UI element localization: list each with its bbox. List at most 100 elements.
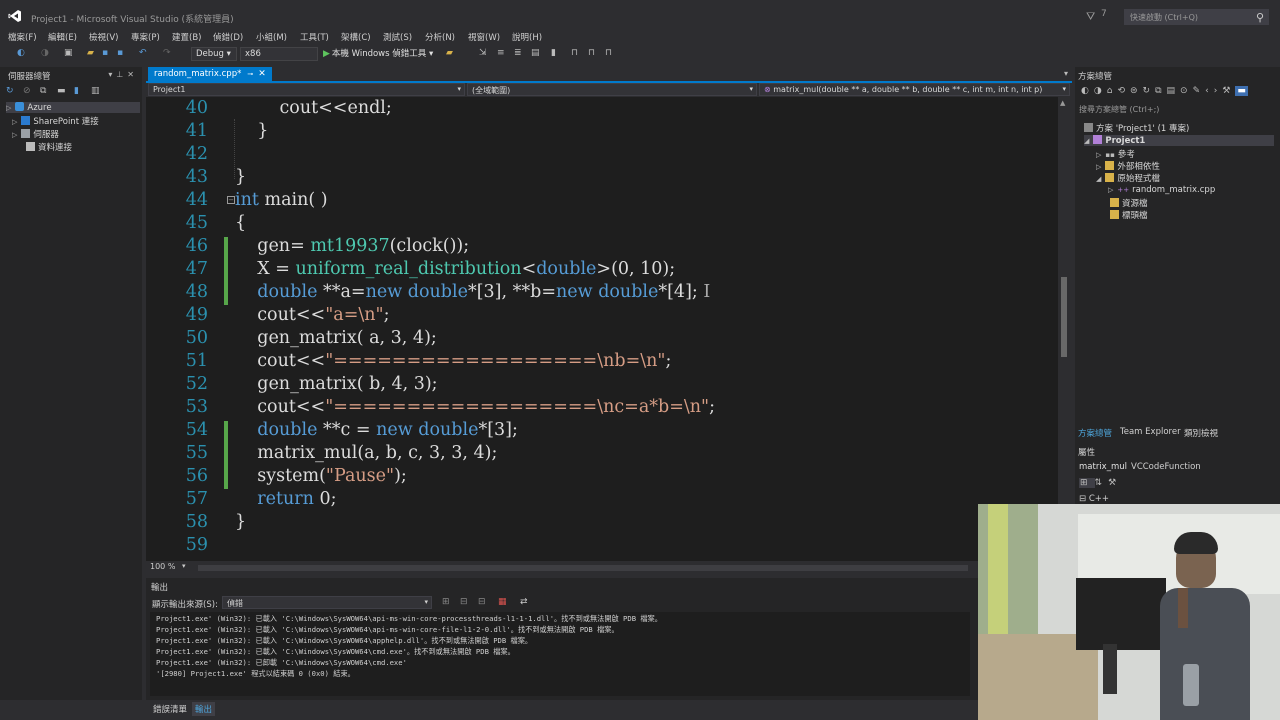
azure-connect-icon[interactable]: ▮ (74, 86, 84, 96)
refresh-icon[interactable]: ↻ (6, 86, 16, 96)
properties-object-select[interactable]: matrix_mul VCCodeFunction (1079, 462, 1201, 472)
connect-server-icon[interactable]: ▬ (57, 86, 67, 96)
next-message-icon[interactable]: ⊟ (478, 597, 488, 607)
property-pages-icon[interactable]: ⚒ (1108, 478, 1122, 488)
panel-controls[interactable]: ▾⊥✕ (108, 70, 138, 79)
code-editor[interactable]: 40 41 42 43 44 45 46 47 48 49 50 51 52 5… (146, 97, 1058, 561)
tree-item-resource-files[interactable]: 資源檔 (1110, 197, 1148, 209)
output-source-select[interactable]: 偵錯 ▾ (222, 596, 432, 609)
comment-icon[interactable]: ▤ (531, 48, 541, 58)
new-project-icon[interactable]: ▣ (64, 48, 74, 58)
tree-item-servers[interactable]: ▷ 伺服器 (12, 128, 59, 140)
prev-message-icon[interactable]: ⊟ (460, 597, 470, 607)
solution-config-select[interactable]: Debug ▾ (191, 47, 237, 61)
minimize-icon[interactable]: ▬ (1235, 86, 1248, 96)
tree-item-source-files[interactable]: ◢ 原始程式檔 (1096, 172, 1160, 184)
menu-tools[interactable]: 工具(T) (300, 31, 329, 43)
project-select[interactable]: Project1 ▾ (148, 83, 465, 96)
menu-view[interactable]: 檢視(V) (89, 31, 118, 43)
find-message-icon[interactable]: ⊞ (442, 597, 452, 607)
start-debugging-button[interactable]: ▶ 本機 Windows 偵錯工具 ▾ (323, 47, 433, 61)
quick-launch-input[interactable]: 快速啟動 (Ctrl+Q) ⚲ (1124, 9, 1269, 25)
tree-item-cpp-file[interactable]: ▷ ++ random_matrix.cpp (1108, 185, 1215, 195)
collapse-all-icon[interactable]: ⧉ (1155, 86, 1166, 96)
close-icon[interactable]: ✕ (258, 69, 266, 79)
tab-solution-explorer[interactable]: 方案總管 (1078, 427, 1112, 439)
chevron-down-icon[interactable]: ▾ (182, 562, 186, 570)
tree-item-header-files[interactable]: 標頭檔 (1110, 209, 1148, 221)
menu-test[interactable]: 測試(S) (383, 31, 412, 43)
tree-item-azure[interactable]: ▷ Azure (6, 102, 140, 113)
menu-file[interactable]: 檔案(F) (8, 31, 37, 43)
notification-count[interactable]: 7 (1101, 9, 1107, 19)
properties-icon[interactable]: ▥ (91, 86, 101, 96)
save-icon[interactable]: ▪ (102, 48, 112, 58)
back-icon[interactable]: ◐ (17, 48, 27, 58)
menu-project[interactable]: 專案(P) (131, 31, 160, 43)
tab-overflow-icon[interactable]: ▾ (1064, 69, 1068, 78)
scope-select[interactable]: (全域範圍) ▾ (467, 83, 757, 96)
tree-item-sharepoint[interactable]: ▷ SharePoint 連接 (12, 115, 99, 127)
platform-select[interactable]: x86 (240, 47, 318, 61)
show-all-files-icon[interactable]: ▤ (1167, 86, 1181, 96)
alphabetical-icon[interactable]: ⇅ (1095, 478, 1109, 488)
feedback-filter-icon[interactable]: ⛛ (1086, 10, 1098, 23)
pending-changes-icon[interactable]: ⊜ (1130, 86, 1143, 96)
step-icon[interactable]: ⇲ (479, 48, 489, 58)
tab-output[interactable]: 輸出 (192, 702, 216, 716)
stop-icon[interactable]: ⊘ (23, 86, 33, 96)
menu-team[interactable]: 小組(M) (256, 31, 287, 43)
tree-item-project[interactable]: ◢ Project1 (1084, 135, 1274, 146)
categorized-icon[interactable]: ⊞ (1079, 478, 1095, 488)
collapse-icon[interactable]: − (227, 196, 235, 204)
property-category[interactable]: ⊟ C++ (1079, 494, 1109, 504)
bookmark-prev-icon[interactable]: ⊓ (571, 48, 581, 58)
tab-error-list[interactable]: 錯誤清單 (150, 702, 190, 716)
tree-item-data-connections[interactable]: 資料連接 (26, 141, 72, 153)
zoom-level[interactable]: 100 % (150, 562, 175, 571)
refresh-icon[interactable]: ↻ (1143, 86, 1156, 96)
back-icon[interactable]: ◐ (1081, 86, 1094, 96)
wrench-icon[interactable]: ⚒ (1222, 86, 1235, 96)
forward-icon[interactable]: ◑ (1094, 86, 1107, 96)
scroll-up-icon[interactable]: ▲ (1060, 99, 1065, 107)
home-icon[interactable]: ⌂ (1107, 86, 1118, 96)
member-select[interactable]: ⊗ matrix_mul(double ** a, double ** b, d… (759, 83, 1070, 96)
redo-icon[interactable]: ↷ (163, 48, 173, 58)
tree-item-external-dependencies[interactable]: ▷ 外部相依性 (1096, 160, 1160, 172)
forward-icon[interactable]: ◑ (41, 48, 51, 58)
bookmark-next-icon[interactable]: ⊓ (588, 48, 598, 58)
tab-class-view[interactable]: 類別檢視 (1184, 427, 1218, 439)
menu-build[interactable]: 建置(B) (172, 31, 201, 43)
properties-icon[interactable]: ✎ (1193, 86, 1206, 96)
menu-edit[interactable]: 編輯(E) (48, 31, 77, 43)
bookmark-clear-icon[interactable]: ⊓ (605, 48, 615, 58)
menu-window[interactable]: 視窗(W) (468, 31, 500, 43)
tree-item-solution[interactable]: 方案 'Project1' (1 專案) (1084, 122, 1189, 134)
sync-icon[interactable]: ⟲ (1117, 86, 1130, 96)
pin-icon[interactable]: ⊸ (247, 70, 253, 78)
tab-team-explorer[interactable]: Team Explorer (1120, 427, 1181, 437)
save-all-icon[interactable]: ▪ (117, 48, 127, 58)
format-icon[interactable]: ≡ (497, 48, 507, 58)
menu-analyze[interactable]: 分析(N) (425, 31, 455, 43)
connect-icon[interactable]: ⧉ (40, 86, 50, 96)
editor-horizontal-scrollbar[interactable] (198, 565, 968, 571)
clear-all-icon[interactable]: ▦ (498, 597, 508, 607)
editor-vertical-scrollbar[interactable]: ▲ (1058, 97, 1070, 561)
undo-icon[interactable]: ↶ (139, 48, 149, 58)
code-view-icon[interactable]: ‹› (1205, 86, 1222, 96)
browse-icon[interactable]: ▰ (446, 48, 456, 58)
menu-architecture[interactable]: 架構(C) (341, 31, 371, 43)
word-wrap-icon[interactable]: ⇄ (520, 597, 530, 607)
open-file-icon[interactable]: ▰ (87, 48, 97, 58)
tree-item-references[interactable]: ▷ ▪▪ 參考 (1096, 148, 1135, 160)
search-solution-input[interactable]: 搜尋方案總管 (Ctrl+;) (1079, 104, 1275, 117)
bookmark-icon[interactable]: ▮ (551, 48, 561, 58)
menu-debug[interactable]: 偵錯(D) (213, 31, 243, 43)
output-text-area[interactable]: Project1.exe' (Win32): 已載入 'C:\Windows\S… (150, 612, 970, 696)
tab-random-matrix-cpp[interactable]: random_matrix.cpp* ⊸ ✕ (148, 67, 272, 82)
preview-icon[interactable]: ⊙ (1180, 86, 1193, 96)
menu-help[interactable]: 說明(H) (512, 31, 542, 43)
scrollbar-thumb[interactable] (1061, 277, 1067, 357)
